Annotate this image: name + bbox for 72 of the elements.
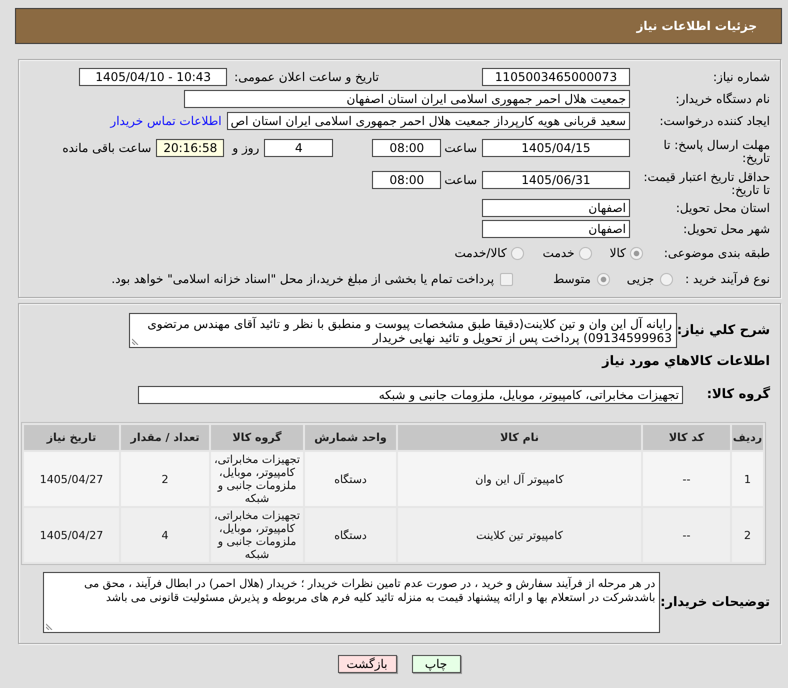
table-cell: 2 — [121, 452, 209, 506]
delivery-province-label: استان محل تحویل: — [676, 200, 770, 217]
table-cell: تجهیزات مخابراتی، کامپیوتر، موبایل، ملزومات جانبی و شبکه — [211, 508, 303, 562]
radio-label: متوسط — [553, 271, 591, 288]
delivery-city-field[interactable]: اصفهان — [482, 220, 630, 238]
table-cell: -- — [643, 452, 730, 506]
delivery-province-field[interactable]: اصفهان — [482, 199, 630, 217]
table-cell: دستگاه — [305, 452, 396, 506]
print-button[interactable]: چاپ — [412, 655, 460, 673]
table-header-cell: واحد شمارش — [305, 425, 396, 450]
remaining-time-label: ساعت باقی مانده — [62, 140, 152, 157]
buyer-notes-label: توضیحات خریدار: — [660, 594, 770, 612]
requester-field[interactable]: سعید قربانی هویه کارپرداز جمعیت هلال احمر جمهوری اسلامی ایران استان اص — [226, 112, 630, 130]
remaining-time-field[interactable]: 20:16:58 — [156, 139, 224, 157]
table-cell: 2 — [732, 508, 763, 562]
radio-button[interactable] — [596, 272, 610, 286]
buyer-notes-field[interactable]: در هر مرحله از فرآیند سفارش و خرید ، در صورت عدم تامین نظرات خریدار ؛ خریدار (هلال احمر) در ابطال فرآیند ، محق می باشدشرکت در استعلام بها و ارائه پیشنهاد قیمت به منزله تائید کلیه فرم های مربوطه و پذیرش مسئولیت قانونی می باشد — [43, 572, 660, 633]
resize-grip-icon[interactable] — [46, 623, 54, 630]
table-cell: 1405/04/27 — [24, 508, 119, 562]
announce-date-field[interactable]: 1405/04/10 - 10:43 — [79, 68, 228, 86]
validity-date-field[interactable]: 1405/06/31 — [482, 171, 630, 189]
table-cell: کامپیوتر تین کلاینت — [398, 508, 641, 562]
table-header-cell: تعداد / مقدار — [121, 425, 209, 450]
radio-label: کالا/خدمت — [454, 245, 507, 262]
table-header-cell: ردیف — [732, 425, 763, 450]
page-title: جزئیات اطلاعات نیاز — [636, 19, 757, 33]
back-button[interactable]: بازگشت — [338, 655, 396, 673]
delivery-city-label: شهر محل تحویل: — [683, 221, 770, 238]
checkbox[interactable] — [500, 272, 514, 286]
subject-category-label: طبقه بندی موضوعی: — [664, 245, 770, 262]
radio-button[interactable] — [660, 272, 674, 286]
price-validity-label: حداقل تاریخ اعتبار قیمت: تا تاریخ: — [642, 171, 770, 197]
days-field[interactable]: 4 — [264, 139, 334, 157]
radio-button[interactable] — [578, 246, 592, 260]
table-cell: 1 — [732, 452, 763, 506]
need-number-label: شماره نیاز: — [713, 69, 770, 86]
table-cell: -- — [643, 508, 730, 562]
buyer-org-field[interactable]: جمعیت هلال احمر جمهوری اسلامی ایران استان اصفهان — [184, 90, 630, 108]
resize-grip-icon[interactable] — [132, 338, 139, 345]
requester-label: ایجاد کننده درخواست: — [659, 113, 770, 130]
radio-button[interactable] — [630, 246, 643, 260]
table-header-cell: گروه کالا — [211, 425, 303, 450]
need-number-field[interactable]: 1105003465000073 — [482, 68, 630, 86]
deadline-date-field[interactable]: 1405/04/15 — [482, 139, 630, 157]
table-header-cell: کد کالا — [643, 425, 730, 450]
purchase-process-label: نوع فرآیند خرید : — [685, 271, 770, 288]
goods-group-label: گروه کالا: — [706, 386, 770, 404]
radio-label: کالا — [610, 245, 626, 262]
buyer-org-label: نام دستگاه خریدار: — [676, 91, 770, 108]
table-cell: تجهیزات مخابراتی، کامپیوتر، موبایل، ملزومات جانبی و شبکه — [211, 452, 303, 506]
radio-label: خدمت — [542, 245, 575, 262]
table-cell: 4 — [121, 508, 209, 562]
days-label: روز و — [232, 140, 260, 157]
time-label: ساعت — [444, 140, 477, 157]
table-cell: کامپیوتر آل این وان — [398, 452, 641, 506]
section-title: اطلاعات کالاهاي مورد نیاز — [602, 354, 770, 370]
description-label: شرح کلي نیاز: — [676, 322, 770, 340]
table-cell: دستگاه — [305, 508, 396, 562]
time-label: ساعت — [444, 172, 477, 189]
buyer-contact-link[interactable]: اطلاعات تماس خریدار — [110, 112, 222, 130]
checkbox-label: پرداخت تمام یا بخشی از مبلغ خرید،از محل "اسناد خزانه اسلامی" خواهد بود. — [111, 271, 494, 288]
radio-button[interactable] — [510, 246, 524, 260]
table-cell: 1405/04/27 — [24, 452, 119, 506]
announce-date-label: تاریخ و ساعت اعلان عمومی: — [234, 69, 379, 86]
validity-time-field[interactable]: 08:00 — [372, 171, 442, 189]
goods-group-field[interactable]: تجهیزات مخابراتی، کامپیوتر، موبایل، ملزومات جانبی و شبکه — [138, 386, 683, 404]
radio-label: جزیی — [626, 271, 654, 288]
table-header-cell: نام کالا — [398, 425, 641, 450]
table-header-cell: تاریخ نیاز — [24, 425, 119, 450]
deadline-time-field[interactable]: 08:00 — [372, 139, 442, 157]
reply-deadline-label: مهلت ارسال پاسخ: تا تاریخ: — [662, 139, 770, 165]
description-field[interactable]: رایانه آل این وان و تین کلاینت(دقیقا طبق مشخصات پیوست و منطبق با نظر و تائید آقای مهندس مرتضوی 09134599963) پرداخت پس از تحویل و تائید نهایی خریدار — [128, 313, 677, 348]
